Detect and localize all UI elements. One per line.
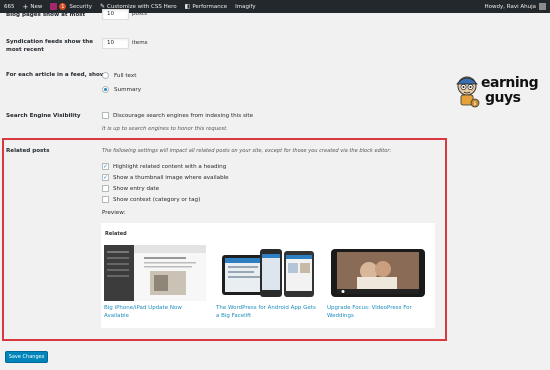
date-checkbox[interactable] [102, 185, 109, 192]
imagify-label: Imagify [235, 3, 256, 10]
logo-text-guys: guys [485, 90, 521, 106]
radio-summary[interactable] [102, 86, 109, 93]
related-option-label: Show a thumbnail image where available [113, 174, 229, 181]
caption-line: Weddings [327, 313, 354, 319]
seo-label: Search Engine Visibility [6, 113, 81, 119]
thumbnail-checkbox[interactable]: ✓ [102, 174, 109, 181]
yoast-icon [50, 3, 58, 10]
syndication-input[interactable]: 10 [102, 38, 129, 49]
context-checkbox[interactable] [102, 196, 109, 203]
preview-caption[interactable]: Upgrade Focus: VideoPress For Weddings [327, 304, 431, 320]
ipad-screenshot-image [104, 245, 206, 301]
android-phones-image [216, 245, 318, 301]
new-label: New [30, 3, 43, 10]
syndication-label-line2: most recent [6, 47, 44, 53]
plus-icon: + [22, 2, 29, 11]
logo-text-earning: earning [481, 75, 539, 91]
blog-pages-unit: posts [132, 11, 147, 17]
related-option-thumbnail[interactable]: ✓ Show a thumbnail image where available [102, 174, 229, 181]
save-changes-button[interactable]: Save Changes [5, 351, 48, 363]
feed-option-full-text[interactable]: Full text [102, 72, 136, 79]
seo-checkbox[interactable] [102, 112, 109, 119]
performance-label: Performance [192, 3, 228, 10]
preview-thumbnail[interactable] [216, 245, 318, 301]
caption-line: Big iPhone/iPad Update Now [104, 305, 182, 311]
related-option-date[interactable]: Show entry date [102, 185, 159, 192]
earning-guys-logo: $ earning guys [451, 72, 539, 112]
preview-caption[interactable]: The WordPress for Android App Gets a Big… [216, 304, 328, 320]
blog-pages-label: Blog pages show at most [6, 12, 86, 18]
preview-caption[interactable]: Big iPhone/iPad Update Now Available [104, 304, 208, 320]
feed-option-label: Full text [114, 72, 137, 79]
avatar [539, 3, 546, 10]
site-label: 665 [4, 3, 15, 10]
related-preview-card: Related Big iPhone/iPad Update Now Avail… [101, 223, 435, 328]
seo-description: It is up to search engines to honor this… [102, 126, 228, 132]
preview-thumbnail[interactable] [104, 245, 206, 301]
syndication-label-line1: Syndication feeds show the [6, 39, 94, 45]
heading-checkbox[interactable]: ✓ [102, 163, 109, 170]
radio-full-text[interactable] [102, 72, 109, 79]
performance-menu[interactable]: ◧ Performance [181, 0, 232, 13]
feed-label: For each article in a feed, show [6, 72, 106, 78]
security-label: Security [69, 3, 92, 10]
seo-option-label: Discourage search engines from indexing … [113, 112, 254, 119]
caption-line: Available [104, 313, 129, 319]
account-menu[interactable]: Howdy, Ravi Ahuja [485, 0, 546, 13]
related-option-label: Show entry date [113, 185, 160, 192]
syndication-unit: items [132, 40, 148, 46]
howdy-label: Howdy, Ravi Ahuja [484, 3, 536, 10]
wedding-video-image [327, 245, 429, 301]
preview-label: Preview: [102, 210, 126, 216]
blog-pages-input[interactable]: 10 [102, 9, 129, 20]
svg-text:$: $ [473, 101, 476, 107]
related-option-label: Highlight related content with a heading [113, 163, 227, 170]
related-intro: The following settings will impact all r… [102, 148, 392, 154]
notification-badge: 1 [59, 3, 67, 10]
imagify-menu[interactable]: Imagify [231, 0, 259, 13]
preview-thumbnail[interactable] [327, 245, 429, 301]
related-option-heading[interactable]: ✓ Highlight related content with a headi… [102, 163, 226, 170]
seo-option[interactable]: Discourage search engines from indexing … [102, 112, 253, 119]
related-posts-label: Related posts [6, 148, 50, 154]
related-option-label: Show context (category or tag) [113, 196, 201, 203]
caption-line: Upgrade Focus: VideoPress For [327, 305, 412, 311]
caption-line: a Big Facelift [216, 313, 252, 319]
caption-line: The WordPress for Android App Gets [216, 305, 316, 311]
performance-icon: ◧ [184, 2, 191, 10]
preview-title: Related [105, 231, 127, 237]
related-option-context[interactable]: Show context (category or tag) [102, 196, 200, 203]
feed-option-label: Summary [114, 86, 142, 93]
feed-option-summary[interactable]: Summary [102, 86, 141, 93]
